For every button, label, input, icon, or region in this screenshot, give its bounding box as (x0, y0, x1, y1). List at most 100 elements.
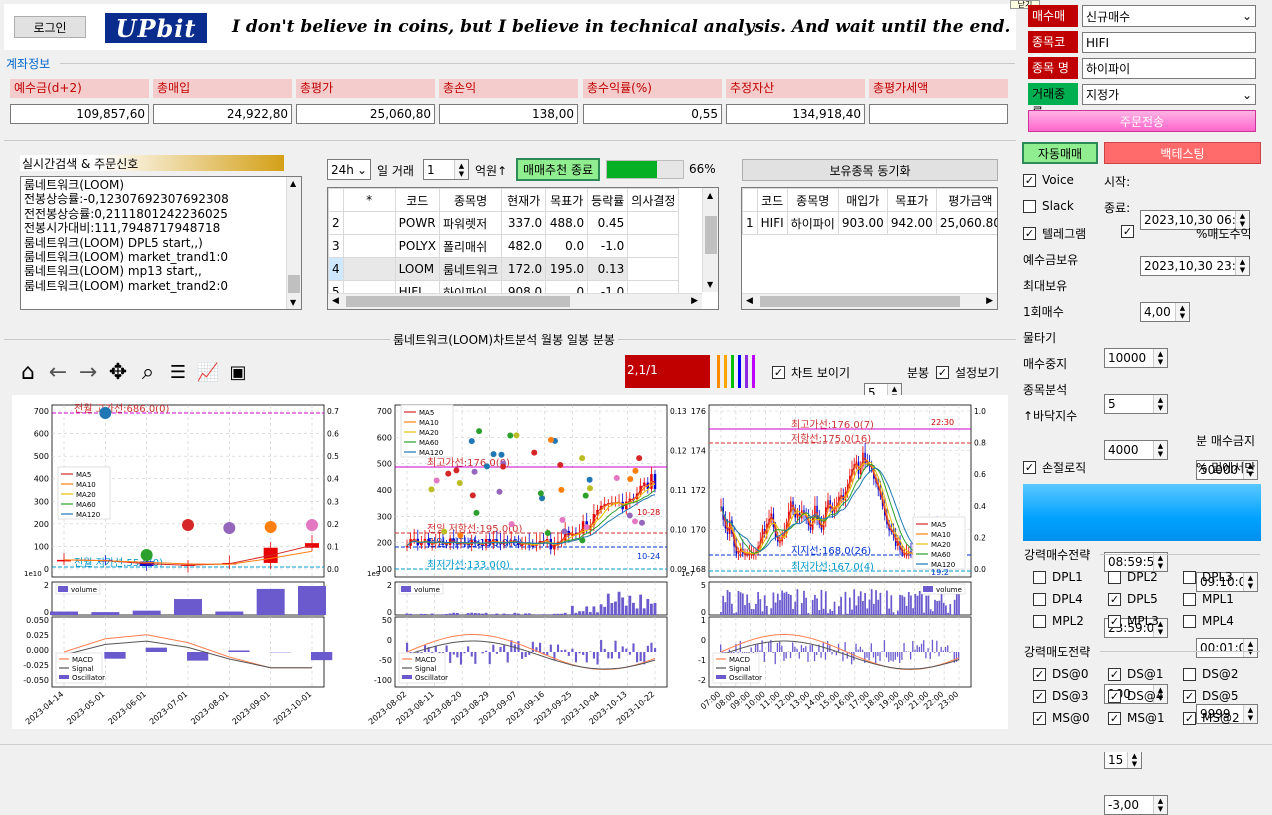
stoploss-spinner[interactable]: -3,00▲▼ (1104, 795, 1168, 815)
name-input[interactable]: 하이파이 (1082, 58, 1256, 79)
auto-row-spinner-2[interactable]: 00:01:00▲▼ (1196, 638, 1258, 658)
table-row[interactable]: 2POWR파워렛저337.0488.00.45 (329, 212, 679, 235)
column-header[interactable]: * (343, 189, 395, 212)
column-header[interactable]: 목표가 (546, 189, 588, 212)
recommend-scrollbar-h[interactable]: ◀ ▶ (328, 293, 702, 309)
end-datetime[interactable]: 2023,10,30 23:10▲▼ (1140, 256, 1250, 276)
column-header[interactable]: 종목명 (787, 189, 838, 212)
strategy-checkbox[interactable] (1183, 615, 1196, 628)
column-header[interactable]: 평가금액 (936, 189, 998, 212)
period-select[interactable]: 24h⌄ (327, 159, 371, 180)
show-chart-checkbox[interactable]: ✓ (772, 366, 785, 379)
telegram-checkbox[interactable]: ✓ (1023, 227, 1036, 240)
trade-type-select[interactable]: 신규매수⌄ (1082, 5, 1256, 27)
holdings-sync-button[interactable]: 보유종목 동기화 (742, 159, 998, 181)
strategy-ds-1[interactable]: ✓DS@1 (1108, 667, 1164, 681)
strategy-checkbox[interactable]: ✓ (1033, 690, 1046, 703)
stoploss-toggle[interactable]: ✓손절로직 (1023, 459, 1086, 476)
strategy-ms-2[interactable]: ✓MS@2 (1183, 711, 1240, 725)
settings-toggle[interactable]: ✓설정보기 (936, 364, 999, 381)
strategy-dpl3[interactable]: DPL3 (1183, 570, 1233, 584)
amount-spinner[interactable]: 1▲▼ (423, 159, 469, 180)
strategy-checkbox[interactable] (1033, 571, 1046, 584)
column-header[interactable]: 목표가 (887, 189, 936, 212)
strategy-ds-4[interactable]: ✓DS@4 (1108, 689, 1164, 703)
profit-checkbox[interactable]: ✓ (1121, 225, 1134, 238)
back-icon[interactable]: ← (46, 360, 70, 385)
profit-spinner[interactable]: 4,00▲▼ (1140, 302, 1190, 322)
auto-row-spinner[interactable]: 4000▲▼ (1104, 440, 1168, 460)
strategy-checkbox[interactable] (1033, 615, 1046, 628)
strategy-ds-5[interactable]: ✓DS@5 (1183, 689, 1239, 703)
slack-toggle[interactable]: Slack (1023, 199, 1074, 213)
auto-row-spinner[interactable]: 10000▲▼ (1104, 348, 1168, 368)
strategy-checkbox[interactable]: ✓ (1033, 712, 1046, 725)
strategy-checkbox[interactable]: ✓ (1183, 712, 1196, 725)
strategy-ds-2[interactable]: DS@2 (1183, 667, 1239, 681)
strategy-checkbox[interactable] (1183, 571, 1196, 584)
pan-icon[interactable]: ✥ (106, 360, 130, 385)
recommend-scrollbar-v[interactable]: ▲ ▼ (702, 188, 718, 292)
ban-spinner[interactable]: 15▲▼ (1104, 750, 1142, 769)
show-chart-toggle[interactable]: ✓차트 보이기 (772, 364, 850, 381)
column-header[interactable]: 코드 (757, 189, 787, 212)
strategy-mpl3[interactable]: ✓MPL3 (1108, 614, 1159, 628)
column-header[interactable]: 종목명 (439, 189, 501, 212)
configure-icon[interactable]: ☰ (166, 362, 190, 383)
telegram-toggle[interactable]: ✓텔레그램 (1023, 225, 1086, 242)
strategy-mpl1[interactable]: MPL1 (1183, 592, 1234, 606)
strategy-checkbox[interactable]: ✓ (1108, 712, 1121, 725)
strategy-checkbox[interactable]: ✓ (1033, 668, 1046, 681)
strategy-mpl2[interactable]: MPL2 (1033, 614, 1084, 628)
submit-order-button[interactable]: 주문전송 (1028, 110, 1256, 132)
holdings-table[interactable]: 코드종목명매입가목표가평가금액1HIFI하이파이903.00942.0025,0… (741, 187, 998, 310)
holdings-scrollbar-h[interactable]: ◀ ▶ (742, 293, 997, 309)
signals-log[interactable]: 룸네트워크(LOOM)전봉상승률:-0,12307692307692308전전봉… (20, 176, 302, 310)
strategy-checkbox[interactable] (1183, 668, 1196, 681)
strategy-checkbox[interactable]: ✓ (1108, 668, 1121, 681)
slack-checkbox[interactable] (1023, 200, 1036, 213)
column-header[interactable]: 코드 (395, 189, 439, 212)
strategy-checkbox[interactable] (1033, 593, 1046, 606)
strategy-checkbox[interactable]: ✓ (1108, 690, 1121, 703)
recommend-stop-button[interactable]: 매매추천 종료 (516, 158, 600, 181)
strategy-ms-0[interactable]: ✓MS@0 (1033, 711, 1090, 725)
strategy-dpl4[interactable]: DPL4 (1033, 592, 1083, 606)
recommend-table[interactable]: *코드종목명현재가목표가등락률의사결정2POWR파워렛저337.0488.00.… (327, 187, 719, 310)
chart-area[interactable]: 70060050040030020010000.70.60.50.40.30.2… (12, 395, 1008, 729)
column-header[interactable]: 의사결정 (628, 189, 679, 212)
column-header[interactable]: 매입가 (838, 189, 887, 212)
column-header[interactable]: 현재가 (502, 189, 546, 212)
home-icon[interactable]: ⌂ (16, 360, 40, 385)
forward-icon[interactable]: → (76, 360, 100, 385)
strategy-checkbox[interactable] (1108, 571, 1121, 584)
auto-trade-button[interactable]: 자동매매 (1022, 142, 1098, 164)
strategy-dpl2[interactable]: DPL2 (1108, 570, 1158, 584)
strategy-checkbox[interactable]: ✓ (1183, 690, 1196, 703)
signals-scrollbar[interactable]: ▲ ▼ (286, 177, 301, 309)
settings-checkbox[interactable]: ✓ (936, 366, 949, 379)
strategy-checkbox[interactable]: ✓ (1108, 593, 1121, 606)
strategy-ds-0[interactable]: ✓DS@0 (1033, 667, 1089, 681)
stoploss-checkbox[interactable]: ✓ (1023, 461, 1036, 474)
table-row[interactable]: 4LOOM룸네트워크172.0195.00.13 (329, 258, 679, 281)
code-input[interactable]: HIFI (1082, 32, 1256, 53)
zoom-icon[interactable]: ⌕ (136, 360, 160, 385)
auto-row-spinner[interactable]: 08:59:55▲▼ (1104, 552, 1168, 572)
backtest-button[interactable]: 백테스팅 (1104, 142, 1261, 164)
strategy-checkbox[interactable]: ✓ (1108, 615, 1121, 628)
strategy-dpl1[interactable]: DPL1 (1033, 570, 1083, 584)
column-header[interactable] (329, 189, 344, 212)
column-header[interactable]: 등락률 (588, 189, 628, 212)
strategy-mpl4[interactable]: MPL4 (1183, 614, 1234, 628)
table-row[interactable]: 1HIFI하이파이903.00942.0025,060.80 (743, 212, 999, 235)
login-button[interactable]: 로그인 (14, 16, 86, 38)
strategy-ds-3[interactable]: ✓DS@3 (1033, 689, 1089, 703)
strategy-dpl5[interactable]: ✓DPL5 (1108, 592, 1158, 606)
voice-toggle[interactable]: ✓Voice (1023, 173, 1074, 187)
auto-row-spinner[interactable]: 5▲▼ (1104, 394, 1168, 414)
axes-icon[interactable]: 📈 (196, 362, 220, 383)
order-kind-select[interactable]: 지정가⌄ (1082, 84, 1256, 105)
voice-checkbox[interactable]: ✓ (1023, 174, 1036, 187)
save-icon[interactable]: ▣ (226, 362, 250, 383)
